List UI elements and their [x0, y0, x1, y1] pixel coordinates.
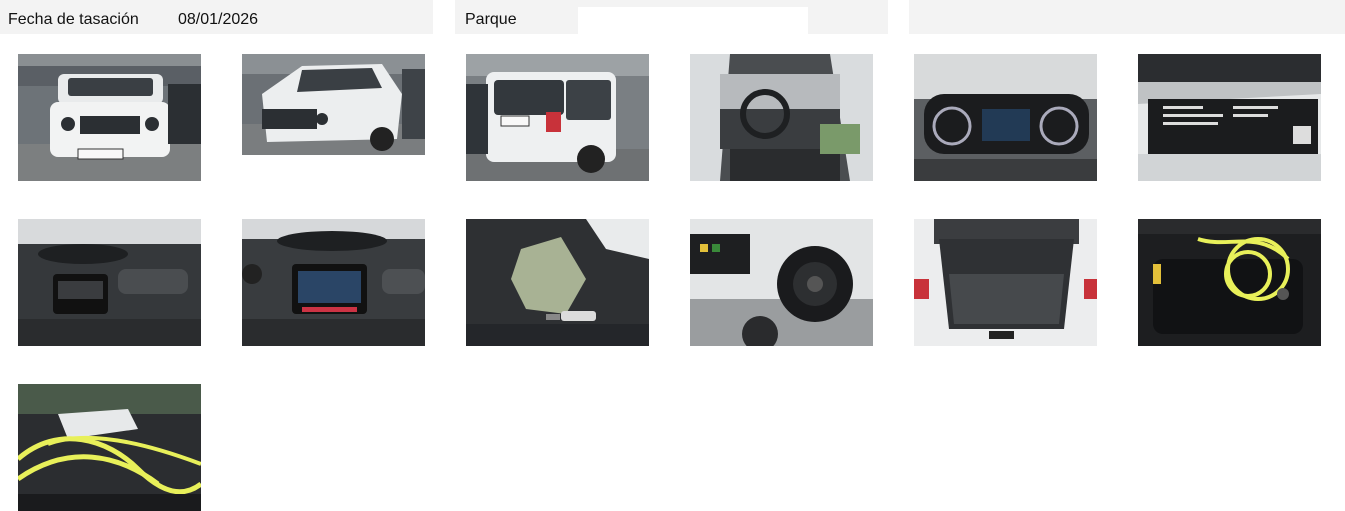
- photo-trunk[interactable]: [914, 219, 1097, 346]
- charging-flap-image: [690, 219, 873, 346]
- park-input[interactable]: [578, 7, 808, 34]
- photo-rear-view[interactable]: [466, 54, 649, 181]
- header-cell-park: Parque: [455, 0, 888, 34]
- photo-fuel-charging-flap[interactable]: [690, 219, 873, 346]
- photo-instrument-cluster[interactable]: [914, 54, 1097, 181]
- header-cell-empty: [909, 0, 1345, 34]
- photo-front-view[interactable]: [18, 54, 201, 181]
- photo-center-console-screen-on[interactable]: [242, 219, 425, 346]
- car-rear-image: [466, 54, 649, 181]
- car-three-quarter-image: [242, 54, 425, 155]
- cable-closeup-image: [18, 384, 201, 511]
- photo-charging-cable-closeup[interactable]: [18, 384, 201, 511]
- interior-dashboard-image: [690, 54, 873, 181]
- park-label: Parque: [465, 11, 517, 28]
- photo-front-three-quarter-view[interactable]: [242, 54, 425, 155]
- instrument-cluster-image: [914, 54, 1097, 181]
- photo-charging-cable-bag[interactable]: [1138, 219, 1321, 346]
- cable-bag-image: [1138, 219, 1321, 346]
- car-front-image: [18, 54, 201, 181]
- appraisal-date-value: 08/01/2026: [178, 11, 259, 28]
- vin-label-image: [1138, 54, 1321, 181]
- photo-interior-dashboard[interactable]: [690, 54, 873, 181]
- appraisal-date-label: Fecha de tasación: [8, 11, 139, 28]
- seat-keys-image: [466, 219, 649, 346]
- photo-vin-label[interactable]: [1138, 54, 1321, 181]
- photo-center-console-screen-off[interactable]: [18, 219, 201, 346]
- center-console-off-image: [18, 219, 201, 346]
- photo-seat-with-keys[interactable]: [466, 219, 649, 346]
- center-console-on-image: [242, 219, 425, 346]
- header-cell-appraisal: Fecha de tasación 08/01/2026: [0, 0, 433, 34]
- trunk-image: [914, 219, 1097, 346]
